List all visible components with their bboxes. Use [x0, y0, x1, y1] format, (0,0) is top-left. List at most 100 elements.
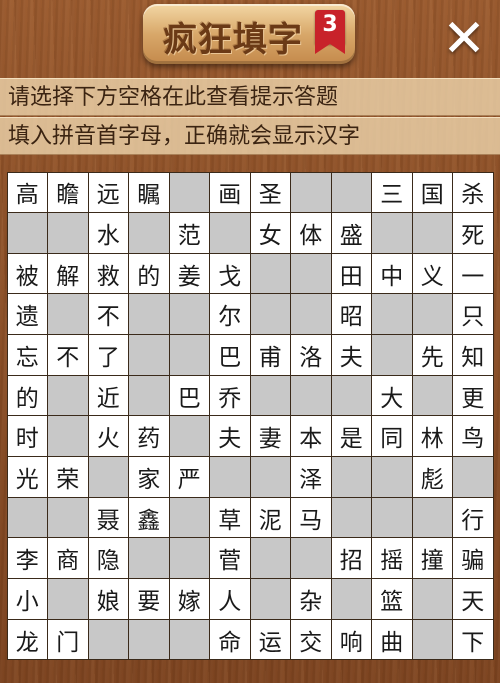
grid-cell-empty[interactable] — [249, 374, 291, 417]
grid-cell-filled[interactable]: 不 — [47, 334, 89, 376]
grid-cell-filled[interactable]: 是 — [330, 415, 372, 458]
grid-cell-filled[interactable]: 盛 — [330, 212, 372, 254]
grid-cell-filled[interactable]: 女 — [249, 212, 291, 254]
grid-cell-empty[interactable] — [330, 171, 372, 214]
grid-cell-filled[interactable]: 一 — [452, 252, 494, 295]
grid-cell-empty[interactable] — [249, 252, 291, 295]
grid-cell-empty[interactable] — [371, 456, 413, 498]
grid-cell-empty[interactable] — [87, 618, 129, 661]
grid-cell-empty[interactable] — [411, 293, 453, 336]
grid-cell-filled[interactable]: 彪 — [411, 456, 453, 498]
grid-cell-filled[interactable]: 药 — [128, 415, 170, 458]
grid-cell-filled[interactable]: 时 — [6, 415, 48, 458]
grid-cell-filled[interactable]: 的 — [128, 252, 170, 295]
grid-cell-filled[interactable]: 运 — [249, 618, 291, 661]
grid-cell-empty[interactable] — [47, 415, 89, 458]
grid-cell-filled[interactable]: 远 — [87, 171, 129, 214]
grid-cell-filled[interactable]: 的 — [6, 374, 48, 417]
grid-cell-filled[interactable]: 荣 — [47, 456, 89, 498]
grid-cell-empty[interactable] — [371, 212, 413, 254]
grid-cell-filled[interactable]: 解 — [47, 252, 89, 295]
grid-cell-empty[interactable] — [290, 171, 332, 214]
grid-cell-filled[interactable]: 泽 — [290, 456, 332, 498]
grid-cell-filled[interactable]: 救 — [87, 252, 129, 295]
grid-cell-empty[interactable] — [168, 618, 210, 661]
grid-cell-empty[interactable] — [371, 334, 413, 376]
grid-cell-filled[interactable]: 瞩 — [128, 171, 170, 214]
grid-cell-filled[interactable]: 尔 — [209, 293, 251, 336]
grid-cell-empty[interactable] — [128, 537, 170, 580]
grid-cell-filled[interactable]: 篮 — [371, 578, 413, 620]
grid-cell-empty[interactable] — [249, 537, 291, 580]
grid-cell-empty[interactable] — [371, 496, 413, 539]
grid-cell-filled[interactable]: 家 — [128, 456, 170, 498]
grid-cell-empty[interactable] — [330, 374, 372, 417]
grid-cell-filled[interactable]: 鑫 — [128, 496, 170, 539]
grid-cell-filled[interactable]: 林 — [411, 415, 453, 458]
grid-cell-empty[interactable] — [290, 293, 332, 336]
grid-cell-filled[interactable]: 知 — [452, 334, 494, 376]
close-icon[interactable]: ✕ — [436, 12, 492, 68]
grid-cell-filled[interactable]: 田 — [330, 252, 372, 295]
grid-cell-filled[interactable]: 夫 — [209, 415, 251, 458]
grid-cell-empty[interactable] — [249, 293, 291, 336]
grid-cell-empty[interactable] — [47, 374, 89, 417]
grid-cell-filled[interactable]: 洛 — [290, 334, 332, 376]
grid-cell-empty[interactable] — [411, 578, 453, 620]
grid-cell-filled[interactable]: 本 — [290, 415, 332, 458]
grid-cell-empty[interactable] — [47, 293, 89, 336]
grid-cell-filled[interactable]: 菅 — [209, 537, 251, 580]
grid-cell-filled[interactable]: 巴 — [168, 374, 210, 417]
grid-cell-filled[interactable]: 夫 — [330, 334, 372, 376]
grid-cell-filled[interactable]: 乔 — [209, 374, 251, 417]
grid-cell-filled[interactable]: 招 — [330, 537, 372, 580]
grid-cell-filled[interactable]: 了 — [87, 334, 129, 376]
grid-cell-filled[interactable]: 泥 — [249, 496, 291, 539]
grid-cell-filled[interactable]: 不 — [87, 293, 129, 336]
grid-cell-filled[interactable]: 被 — [6, 252, 48, 295]
grid-cell-filled[interactable]: 曲 — [371, 618, 413, 661]
grid-cell-empty[interactable] — [128, 618, 170, 661]
grid-cell-filled[interactable]: 李 — [6, 537, 48, 580]
grid-cell-filled[interactable]: 马 — [290, 496, 332, 539]
grid-cell-filled[interactable]: 遗 — [6, 293, 48, 336]
grid-cell-filled[interactable]: 小 — [6, 578, 48, 620]
grid-cell-empty[interactable] — [47, 496, 89, 539]
grid-cell-filled[interactable]: 大 — [371, 374, 413, 417]
grid-cell-filled[interactable]: 娘 — [87, 578, 129, 620]
grid-cell-empty[interactable] — [290, 252, 332, 295]
grid-cell-empty[interactable] — [330, 456, 372, 498]
grid-cell-empty[interactable] — [47, 578, 89, 620]
grid-cell-filled[interactable]: 画 — [209, 171, 251, 214]
grid-cell-filled[interactable]: 下 — [452, 618, 494, 661]
grid-cell-empty[interactable] — [209, 212, 251, 254]
grid-cell-empty[interactable] — [128, 212, 170, 254]
grid-cell-filled[interactable]: 近 — [87, 374, 129, 417]
grid-cell-filled[interactable]: 响 — [330, 618, 372, 661]
grid-cell-filled[interactable]: 昭 — [330, 293, 372, 336]
grid-cell-filled[interactable]: 草 — [209, 496, 251, 539]
grid-cell-filled[interactable]: 天 — [452, 578, 494, 620]
grid-cell-empty[interactable] — [411, 374, 453, 417]
grid-cell-filled[interactable]: 瞻 — [47, 171, 89, 214]
grid-cell-empty[interactable] — [168, 496, 210, 539]
grid-cell-filled[interactable]: 巴 — [209, 334, 251, 376]
grid-cell-filled[interactable]: 水 — [87, 212, 129, 254]
grid-cell-empty[interactable] — [452, 456, 494, 498]
grid-cell-filled[interactable]: 先 — [411, 334, 453, 376]
grid-cell-empty[interactable] — [128, 374, 170, 417]
grid-cell-empty[interactable] — [128, 293, 170, 336]
grid-cell-empty[interactable] — [290, 374, 332, 417]
grid-cell-filled[interactable]: 人 — [209, 578, 251, 620]
grid-cell-empty[interactable] — [290, 537, 332, 580]
grid-cell-filled[interactable]: 范 — [168, 212, 210, 254]
grid-cell-empty[interactable] — [168, 537, 210, 580]
grid-cell-filled[interactable]: 姜 — [168, 252, 210, 295]
grid-cell-empty[interactable] — [6, 212, 48, 254]
grid-cell-filled[interactable]: 火 — [87, 415, 129, 458]
grid-cell-filled[interactable]: 体 — [290, 212, 332, 254]
grid-cell-filled[interactable]: 隐 — [87, 537, 129, 580]
grid-cell-filled[interactable]: 三 — [371, 171, 413, 214]
grid-cell-filled[interactable]: 行 — [452, 496, 494, 539]
grid-cell-filled[interactable]: 聂 — [87, 496, 129, 539]
